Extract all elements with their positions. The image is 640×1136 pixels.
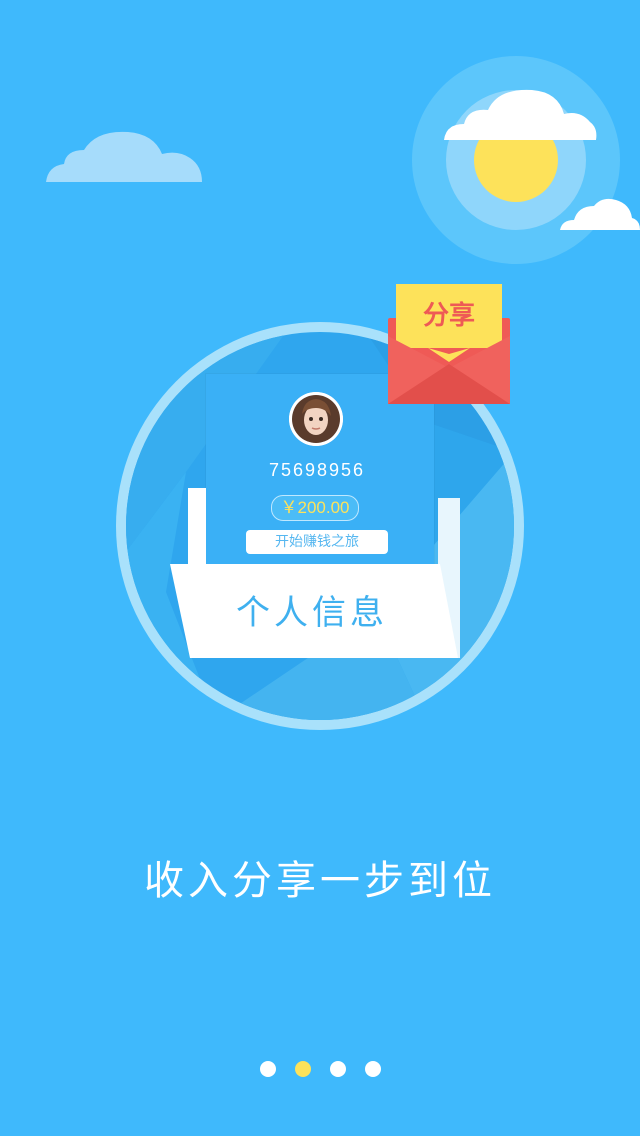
start-earning-button[interactable]: 开始赚钱之旅 [246, 530, 388, 554]
envelope-flap [388, 336, 510, 404]
page-indicator [258, 1061, 382, 1079]
cloud-icon [560, 198, 640, 230]
page-dot[interactable] [260, 1061, 276, 1077]
page-dot[interactable] [330, 1061, 346, 1077]
page-dot-active[interactable] [295, 1061, 311, 1077]
cloud-icon [46, 131, 202, 182]
info-banner-label: 个人信息 [236, 593, 388, 633]
cloud-icon [444, 89, 597, 140]
user-id: 75698956 [268, 460, 366, 480]
balance-badge: ￥200.00 [271, 495, 359, 521]
avatar [289, 392, 343, 446]
headline: 收入分享一步到位 [144, 858, 496, 904]
card-fold-left [188, 488, 206, 568]
page-dot[interactable] [365, 1061, 381, 1077]
